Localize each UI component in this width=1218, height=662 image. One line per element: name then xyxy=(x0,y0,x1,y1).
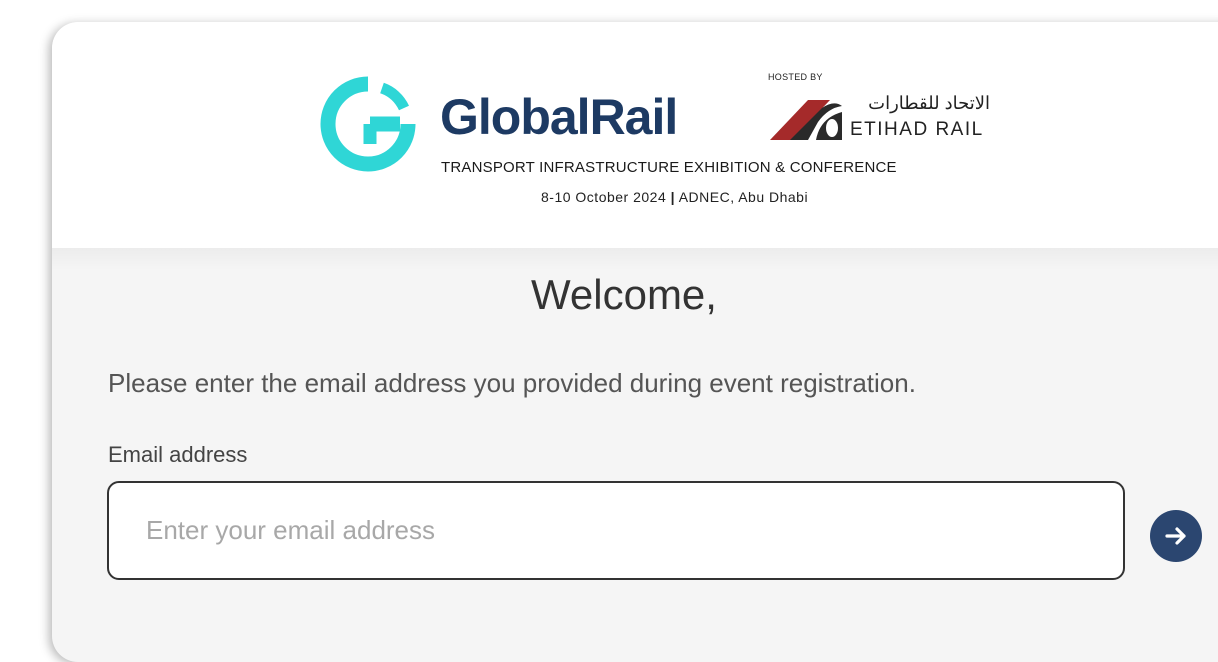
event-header: GlobalRail HOSTED BY الاتحاد للقطارات ET… xyxy=(52,22,1218,248)
email-label: Email address xyxy=(108,442,248,467)
brand-name: GlobalRail xyxy=(440,89,678,145)
instruction-text: Please enter the email address you provi… xyxy=(108,368,916,398)
globalrail-logo-icon xyxy=(320,76,416,172)
submit-button[interactable] xyxy=(1150,510,1202,562)
host-name-english: ETIHAD RAIL xyxy=(850,119,984,140)
event-dates: 8-10 October 2024 xyxy=(541,189,667,205)
event-venue: ADNEC, Abu Dhabi xyxy=(678,189,809,205)
hosted-by-label: HOSTED BY xyxy=(768,72,823,82)
login-card: GlobalRail HOSTED BY الاتحاد للقطارات ET… xyxy=(52,22,1218,662)
welcome-heading: Welcome, xyxy=(531,271,717,318)
event-tagline: TRANSPORT INFRASTRUCTURE EXHIBITION & CO… xyxy=(441,159,897,176)
host-name-arabic: الاتحاد للقطارات xyxy=(868,93,990,113)
header-divider xyxy=(52,248,1218,270)
arrow-right-icon xyxy=(1165,527,1186,545)
separator: | xyxy=(670,189,676,205)
etihad-rail-logo-icon xyxy=(770,100,842,140)
email-input[interactable] xyxy=(107,481,1125,580)
